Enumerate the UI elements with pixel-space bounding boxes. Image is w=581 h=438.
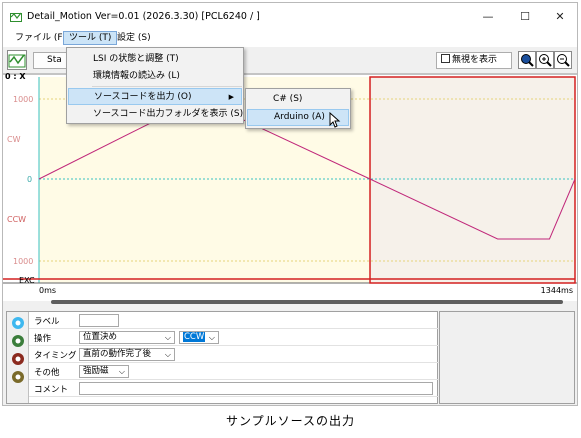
gear-green-icon[interactable] — [10, 333, 26, 349]
chevron-down-icon: ⌵ — [208, 333, 215, 342]
y-tick-label: CW — [7, 135, 21, 144]
gear-blue-icon[interactable] — [10, 315, 26, 331]
prop-row-other: その他 強励磁 ⌵ — [29, 363, 439, 380]
menu-item-export-source[interactable]: ソースコードを出力 (O) ▶ — [68, 88, 242, 105]
menu-separator — [92, 86, 242, 87]
figure-caption: サンプルソースの出力 — [225, 414, 356, 428]
timing-value: 直前の動作完了後 — [83, 349, 152, 359]
prop-label-timing: タイミング — [34, 351, 77, 361]
y-tick-label: 1000 — [13, 95, 33, 104]
motion-chart-icon[interactable] — [7, 50, 27, 70]
menu-settings[interactable]: 設定 (S) — [117, 32, 151, 46]
chevron-down-icon: ⌵ — [164, 350, 171, 359]
menu-item-show-source-folder[interactable]: ソースコード出力フォルダを表示 (S) — [68, 106, 244, 123]
title-bar: Detail_Motion Ver=0.01 (2026.3.30) [PCL6… — [3, 3, 577, 30]
label-input[interactable] — [79, 314, 119, 327]
menu-item-load-env[interactable]: 環境情報の読込み (L) — [68, 68, 242, 85]
direction-value: CCW — [183, 332, 206, 342]
other-value: 強励磁 — [83, 366, 109, 376]
prop-row-label: ラベル — [29, 312, 439, 329]
zoom-fit-icon[interactable] — [518, 51, 536, 69]
y-tick-label: EXC — [19, 276, 35, 285]
prop-label-name: ラベル — [34, 317, 60, 327]
operation-select[interactable]: 位置決め ⌵ — [79, 331, 175, 344]
menu-file[interactable]: ファイル (F) — [15, 32, 66, 46]
submenu-item-label: C# (S) — [273, 94, 303, 104]
window-title: Detail_Motion Ver=0.01 (2026.3.30) [PCL6… — [27, 11, 260, 22]
x-tick-label: 0ms — [39, 286, 56, 295]
chevron-down-icon: ⌵ — [118, 367, 125, 376]
gear-red-icon[interactable] — [10, 351, 26, 367]
prop-label-operation: 操作 — [34, 334, 52, 344]
close-button[interactable]: ✕ — [543, 6, 577, 28]
prop-row-comment: コメント — [29, 380, 439, 397]
gear-olive-icon[interactable] — [10, 369, 26, 385]
menu-tool[interactable]: ツール (T) — [63, 31, 118, 45]
menu-bar: ファイル (F) ツール (T) 設定 (S) — [3, 30, 577, 47]
menu-item-label: ソースコードを出力 (O) — [94, 92, 192, 102]
ignore-label: 無視を表示 — [452, 55, 498, 65]
mouse-cursor-icon — [329, 112, 341, 128]
prop-row-timing: タイミング 直前の動作完了後 ⌵ — [29, 346, 439, 363]
comment-input[interactable] — [79, 382, 433, 395]
tool-menu-dropdown: LSI の状態と調整 (T) 環境情報の読込み (L) ソースコードを出力 (O… — [66, 47, 244, 124]
x-tick-label: 1344ms — [541, 286, 573, 295]
property-icon-column — [7, 312, 29, 403]
checkbox-box[interactable] — [441, 54, 450, 63]
y-tick-label: 0 : X — [5, 73, 26, 81]
prop-label-other: その他 — [34, 368, 60, 378]
submenu-item-label: Arduino (A) — [274, 112, 325, 122]
submenu-arrow-icon: ▶ — [228, 93, 234, 101]
menu-item-label: 環境情報の読込み (L) — [93, 71, 180, 81]
minimize-button[interactable]: — — [471, 6, 505, 28]
chevron-down-icon: ⌵ — [164, 333, 171, 342]
timing-select[interactable]: 直前の動作完了後 ⌵ — [79, 348, 175, 361]
y-tick-label: CCW — [7, 215, 26, 224]
zoom-in-icon[interactable] — [536, 51, 554, 69]
operation-value: 位置決め — [83, 332, 118, 342]
properties-panel: ラベル 操作 位置決め ⌵ CCW ⌵ タイミング 直前の動作完了後 ⌵ その他 強励… — [6, 311, 439, 404]
submenu-item-csharp[interactable]: C# (S) — [247, 92, 349, 109]
zoom-out-icon[interactable] — [554, 51, 572, 69]
direction-select[interactable]: CCW ⌵ — [179, 331, 219, 344]
prop-label-comment: コメント — [34, 385, 69, 395]
app-icon — [10, 12, 22, 22]
menu-item-label: LSI の状態と調整 (T) — [93, 54, 179, 64]
chart-region-selected — [370, 77, 575, 283]
ignore-checkbox[interactable]: 無視を表示 — [436, 52, 512, 69]
y-tick-label: 0 — [27, 175, 32, 184]
other-select[interactable]: 強励磁 ⌵ — [79, 365, 129, 378]
menu-item-label: ソースコード出力フォルダを表示 (S) — [93, 109, 244, 119]
maximize-button[interactable]: ☐ — [508, 6, 542, 28]
horizontal-scrollbar[interactable] — [51, 300, 563, 304]
app-window: Detail_Motion Ver=0.01 (2026.3.30) [PCL6… — [2, 2, 578, 406]
menu-item-lsi-status[interactable]: LSI の状態と調整 (T) — [68, 51, 242, 68]
prop-row-operation: 操作 位置決め ⌵ CCW ⌵ — [29, 329, 439, 346]
y-tick-label: 1000 — [13, 257, 33, 266]
properties-side-panel — [439, 311, 575, 404]
